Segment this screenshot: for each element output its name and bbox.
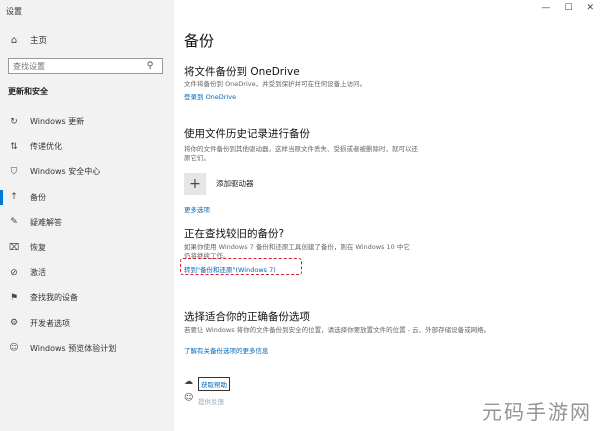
wrench-icon: ✎ <box>10 217 18 228</box>
sidebar-item-delivery-optimization[interactable]: ⇅ 传递优化 <box>0 134 174 159</box>
recovery-icon: ⌧ <box>8 242 20 253</box>
window-title: 设置 <box>6 7 22 16</box>
get-help-link[interactable]: 获取帮助 <box>198 377 230 391</box>
locate-icon: ⚑ <box>9 292 19 303</box>
sidebar-item-find-my-device[interactable]: ⚑ 查找我的设备 <box>0 285 174 310</box>
sidebar-item-troubleshoot[interactable]: ✎ 疑难解答 <box>0 210 174 235</box>
onedrive-heading: 将文件备份到 OneDrive <box>184 66 300 78</box>
sidebar-item-activation[interactable]: ⊘ 激活 <box>0 260 174 285</box>
sidebar-home[interactable]: ⌂ 主页 <box>8 33 47 47</box>
page-title: 备份 <box>184 32 215 50</box>
choose-backup-desc: 若要让 Windows 将你的文件备份到安全的位置，请选择你要放置文件的位置 -… <box>184 326 491 334</box>
sidebar-item-label: Windows 预览体验计划 <box>30 343 117 353</box>
sidebar-item-developer[interactable]: ⚙ 开发者选项 <box>0 311 174 336</box>
add-drive-button[interactable]: + <box>184 173 206 195</box>
search-input[interactable] <box>9 61 141 71</box>
section-title: 更新和安全 <box>8 87 48 96</box>
file-history-heading: 使用文件历史记录进行备份 <box>184 128 310 140</box>
watermark: 元码手游网 <box>482 400 592 424</box>
highlight-box <box>180 258 302 275</box>
feedback-link[interactable]: 提供反馈 <box>198 396 224 406</box>
sidebar-item-label: 激活 <box>30 268 46 278</box>
sidebar-item-label: Windows 安全中心 <box>30 167 101 177</box>
sidebar-item-label: 恢复 <box>30 243 46 253</box>
sidebar-item-label: 开发者选项 <box>30 318 70 328</box>
sidebar-item-label: 备份 <box>30 192 46 202</box>
onedrive-desc: 文件将备份到 OneDrive，并受到保护并可在任何设备上访问。 <box>184 80 367 88</box>
sidebar-item-label: 疑难解答 <box>30 217 62 227</box>
sidebar-item-recovery[interactable]: ⌧ 恢复 <box>0 235 174 260</box>
search-box[interactable]: ⚲ <box>8 58 163 74</box>
search-icon[interactable]: ⚲ <box>141 61 159 71</box>
backup-arrow-icon: ↑ <box>10 192 18 203</box>
main-content: 备份 将文件备份到 OneDrive 文件将备份到 OneDrive，并受到保护… <box>180 0 594 431</box>
delivery-icon: ⇅ <box>10 141 18 152</box>
sidebar-item-label: 传递优化 <box>30 142 62 152</box>
sidebar-item-backup[interactable]: ↑ 备份 <box>0 185 174 210</box>
sidebar-nav: ↻ Windows 更新 ⇅ 传递优化 ⛉ Windows 安全中心 ↑ 备份 … <box>0 109 174 361</box>
feedback-icon: ☺ <box>184 393 194 403</box>
sidebar-item-label: Windows 更新 <box>30 117 85 127</box>
sidebar-item-security-center[interactable]: ⛉ Windows 安全中心 <box>0 159 174 184</box>
sidebar-item-label: 查找我的设备 <box>30 293 78 303</box>
home-icon: ⌂ <box>10 34 18 46</box>
onedrive-signin-link[interactable]: 登录到 OneDrive <box>184 91 236 101</box>
more-options-link[interactable]: 更多选项 <box>184 204 210 214</box>
older-backup-heading: 正在查找较旧的备份? <box>184 228 285 240</box>
sidebar-item-insider[interactable]: ☺ Windows 预览体验计划 <box>0 336 174 361</box>
insider-icon: ☺ <box>9 343 19 354</box>
sidebar: 设置 ⌂ 主页 ⚲ 更新和安全 ↻ Windows 更新 ⇅ 传递优化 ⛉ Wi… <box>0 0 174 431</box>
home-label: 主页 <box>30 36 48 46</box>
help-icon: ☁ <box>184 377 193 387</box>
check-circle-icon: ⊘ <box>10 267 18 278</box>
add-drive-label[interactable]: 添加驱动器 <box>216 178 254 189</box>
settings-window: 设置 ⌂ 主页 ⚲ 更新和安全 ↻ Windows 更新 ⇅ 传递优化 ⛉ Wi… <box>0 0 600 431</box>
developer-icon: ⚙ <box>9 318 19 329</box>
plus-icon: + <box>189 176 201 192</box>
choose-backup-heading: 选择适合你的正确备份选项 <box>184 311 310 323</box>
learn-more-link[interactable]: 了解有关备份选项的更多信息 <box>184 345 269 355</box>
sidebar-item-windows-update[interactable]: ↻ Windows 更新 <box>0 109 174 134</box>
shield-icon: ⛉ <box>10 166 18 177</box>
refresh-icon: ↻ <box>10 116 18 127</box>
file-history-desc: 将你的文件备份到其他驱动器，这样当原文件丢失、受损或者被删除时，就可以还原它们。 <box>184 145 418 162</box>
